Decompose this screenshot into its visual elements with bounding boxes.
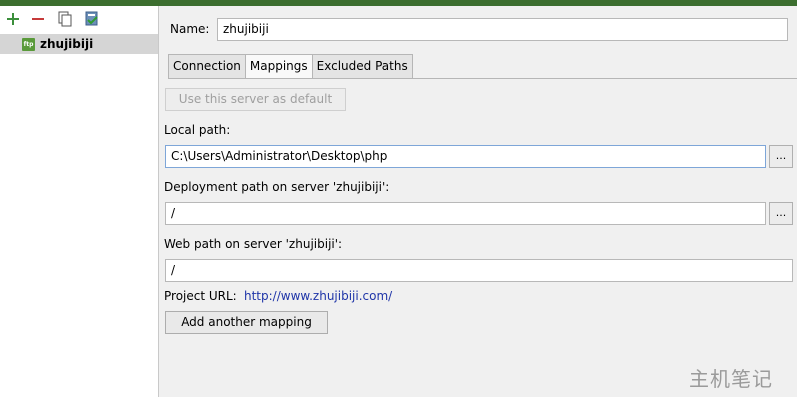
use-as-default-icon[interactable]: [83, 10, 101, 28]
tab-divider: [168, 78, 797, 79]
copy-icon[interactable]: [56, 10, 74, 28]
watermark: 主机笔记: [689, 367, 773, 391]
server-list-panel: ftp zhujibiji: [0, 6, 159, 397]
local-path-browse-button[interactable]: ...: [769, 145, 793, 168]
project-url-label: Project URL:: [164, 289, 237, 303]
server-name: zhujibiji: [40, 37, 94, 51]
remove-icon[interactable]: [29, 10, 47, 28]
name-label: Name:: [170, 22, 210, 36]
server-list-toolbar: [0, 6, 158, 33]
project-url-link[interactable]: http://www.zhujibiji.com/: [244, 289, 392, 303]
ftp-icon: ftp: [22, 37, 35, 51]
deployment-path-label: Deployment path on server 'zhujibiji':: [164, 180, 390, 194]
local-path-label: Local path:: [164, 123, 231, 137]
server-settings-panel: Name: zhujibiji Connection Mappings Excl…: [160, 6, 797, 397]
add-mapping-button[interactable]: Add another mapping: [165, 311, 328, 334]
deployment-path-browse-button[interactable]: ...: [769, 202, 793, 225]
settings-tabs: Connection Mappings Excluded Paths: [168, 54, 413, 79]
server-list-item[interactable]: ftp zhujibiji: [0, 34, 158, 54]
deployment-path-field[interactable]: /: [165, 202, 766, 225]
local-path-field[interactable]: C:\Users\Administrator\Desktop\php: [165, 145, 766, 168]
use-as-default-button[interactable]: Use this server as default: [165, 88, 346, 111]
tab-excluded-paths[interactable]: Excluded Paths: [311, 54, 413, 79]
tab-mappings[interactable]: Mappings: [244, 54, 313, 79]
tab-connection[interactable]: Connection: [168, 54, 246, 79]
web-path-label: Web path on server 'zhujibiji':: [164, 237, 343, 251]
add-icon[interactable]: [4, 10, 22, 28]
name-field[interactable]: zhujibiji: [217, 18, 788, 41]
web-path-field[interactable]: /: [165, 259, 793, 282]
